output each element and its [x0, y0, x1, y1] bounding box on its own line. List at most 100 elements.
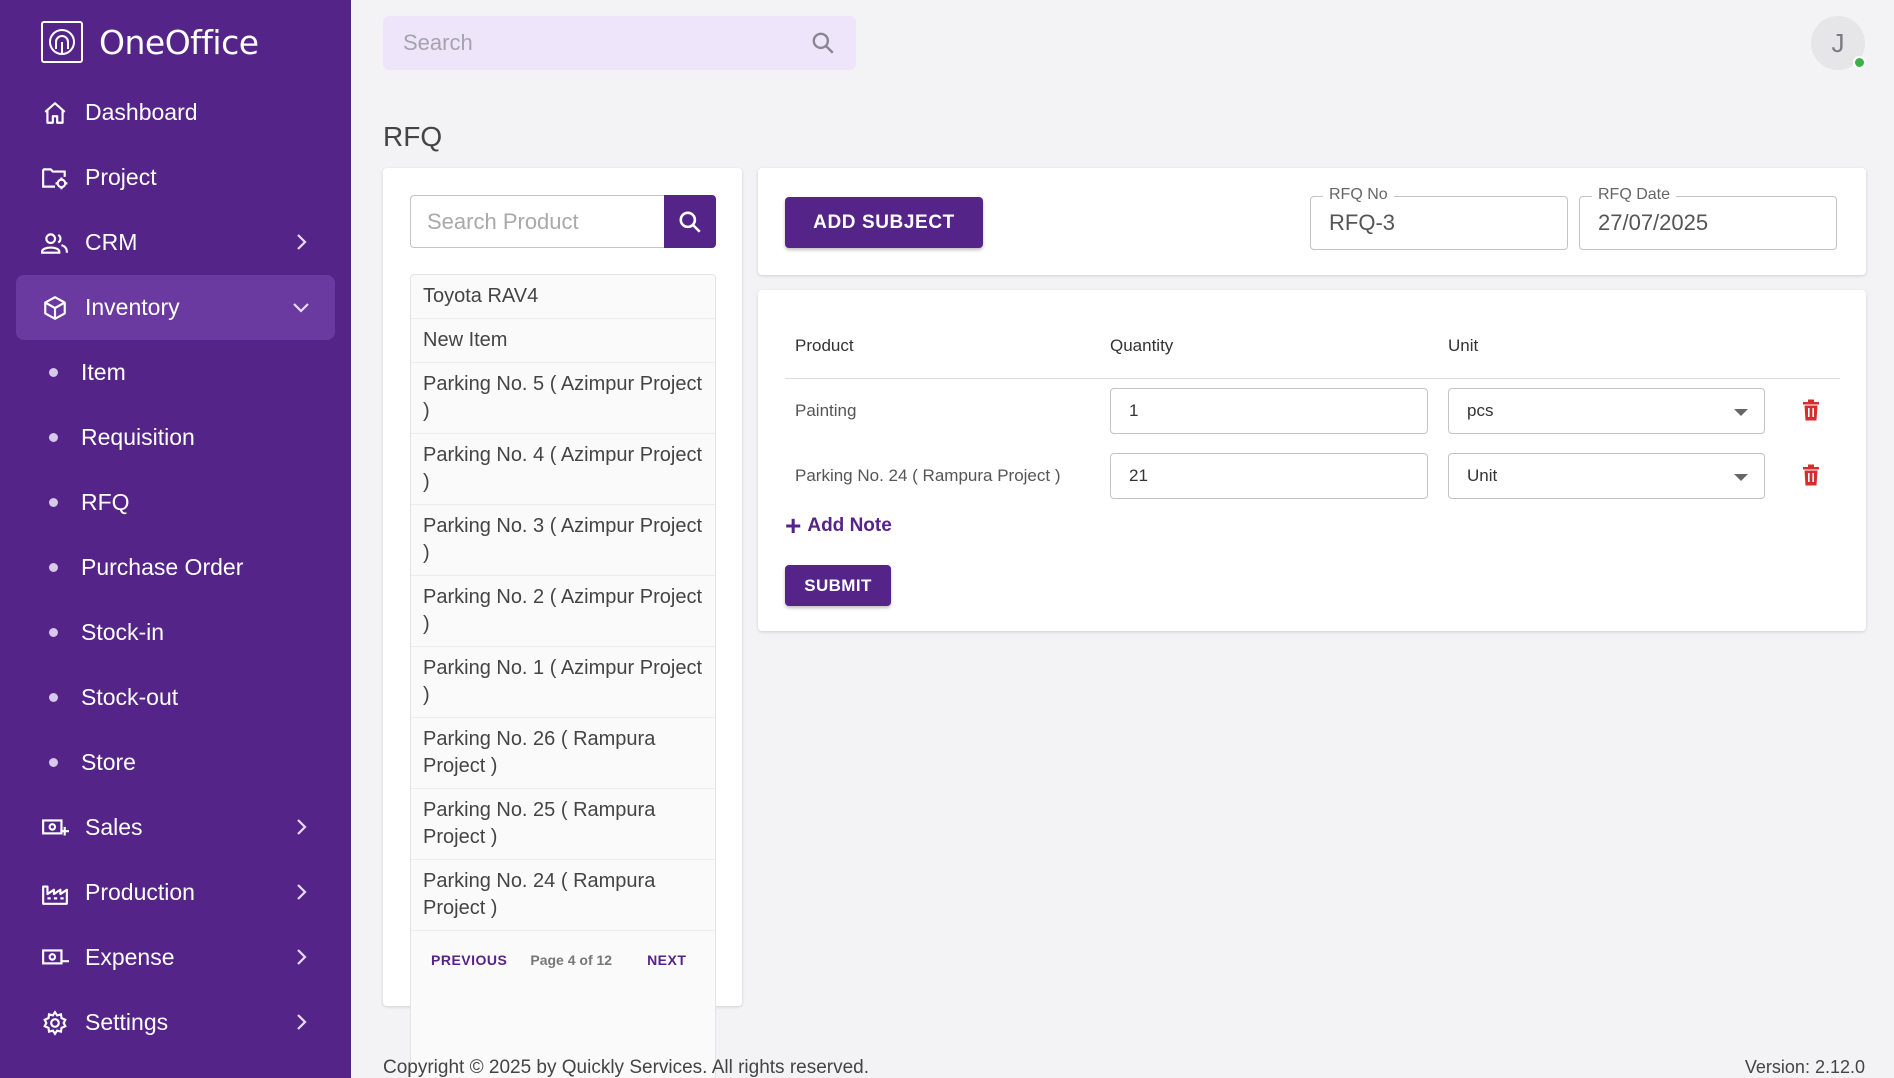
quantity-input[interactable] — [1110, 453, 1428, 499]
sidebar: OneOffice Dashboard Project CRM Inventor… — [0, 0, 351, 1078]
column-header-unit: Unit — [1448, 336, 1479, 355]
sidebar-item-settings[interactable]: Settings — [16, 990, 335, 1055]
rfq-no-input[interactable] — [1311, 197, 1567, 249]
list-item[interactable]: Parking No. 4 ( Azimpur Project ) — [411, 434, 715, 505]
list-item[interactable]: Parking No. 1 ( Azimpur Project ) — [411, 647, 715, 718]
add-note-button[interactable]: + Add Note — [785, 510, 892, 541]
pagination: PREVIOUS Page 4 of 12 NEXT — [410, 952, 716, 968]
sidebar-subitem-item[interactable]: Item — [16, 340, 335, 405]
rfq-date-label: RFQ Date — [1592, 186, 1677, 204]
folder-gear-icon — [40, 163, 70, 193]
list-item[interactable]: Parking No. 24 ( Rampura Project ) — [411, 860, 715, 931]
product-search-input[interactable] — [410, 195, 664, 248]
brand[interactable]: OneOffice — [41, 21, 259, 63]
sidebar-item-label: Settings — [85, 1009, 169, 1035]
unit-select-value: Unit — [1467, 466, 1498, 485]
sidebar-subitem-purchase-order[interactable]: Purchase Order — [16, 535, 335, 600]
delete-row-icon[interactable] — [1802, 399, 1820, 421]
sidebar-subitem-label: RFQ — [81, 489, 130, 515]
rfq-no-field: RFQ No — [1310, 186, 1568, 250]
row-product-name: Painting — [795, 401, 857, 420]
chevron-right-icon — [297, 949, 307, 965]
sidebar-subitem-stock-out[interactable]: Stock-out — [16, 665, 335, 730]
sidebar-subitem-label: Store — [81, 749, 136, 775]
brand-logo-icon — [41, 21, 83, 63]
plus-icon: + — [785, 510, 802, 541]
sidebar-item-label: Expense — [85, 944, 175, 970]
online-status-dot — [1853, 56, 1866, 69]
sidebar-subitem-requisition[interactable]: Requisition — [16, 405, 335, 470]
sidebar-item-label: Project — [85, 164, 157, 190]
chevron-right-icon — [297, 234, 307, 250]
sidebar-item-dashboard[interactable]: Dashboard — [16, 80, 335, 145]
sidebar-item-expense[interactable]: Expense — [16, 925, 335, 990]
row-product-name: Parking No. 24 ( Rampura Project ) — [795, 466, 1061, 485]
brand-name: OneOffice — [99, 22, 259, 62]
bullet-icon — [49, 368, 58, 377]
bullet-icon — [49, 498, 58, 507]
sidebar-subitem-label: Stock-out — [81, 684, 179, 710]
table-divider — [785, 378, 1840, 379]
list-item[interactable]: Parking No. 26 ( Rampura Project ) — [411, 718, 715, 789]
money-plus-icon — [40, 813, 70, 843]
chevron-right-icon — [297, 884, 307, 900]
avatar[interactable]: J — [1811, 16, 1866, 70]
sidebar-subitem-rfq[interactable]: RFQ — [16, 470, 335, 535]
column-header-product: Product — [795, 336, 854, 355]
users-icon — [40, 228, 70, 258]
sidebar-subitem-label: Requisition — [81, 424, 195, 450]
sidebar-subitem-label: Stock-in — [81, 619, 165, 645]
unit-select-value: pcs — [1467, 401, 1494, 420]
unit-select[interactable]: Unit — [1448, 453, 1765, 499]
search-icon[interactable] — [810, 30, 836, 56]
global-search — [383, 16, 856, 70]
quantity-input[interactable] — [1110, 388, 1428, 434]
money-minus-icon — [40, 943, 70, 973]
list-item[interactable]: Parking No. 2 ( Azimpur Project ) — [411, 576, 715, 647]
previous-page-button[interactable]: PREVIOUS — [431, 952, 507, 968]
box-icon — [40, 293, 70, 323]
rfq-header-card: ADD SUBJECT RFQ No RFQ Date — [758, 168, 1866, 275]
chevron-right-icon — [297, 819, 307, 835]
sidebar-item-label: Production — [85, 879, 195, 905]
list-item[interactable]: Parking No. 25 ( Rampura Project ) — [411, 789, 715, 860]
dropdown-caret-icon — [1734, 474, 1748, 481]
sidebar-subitem-stock-in[interactable]: Stock-in — [16, 600, 335, 665]
chevron-right-icon — [297, 1014, 307, 1030]
list-item[interactable]: Parking No. 5 ( Azimpur Project ) — [411, 363, 715, 434]
footer-copyright: Copyright © 2025 by Quickly Services. Al… — [383, 1057, 870, 1078]
list-item[interactable]: New Item — [411, 319, 715, 363]
rfq-items-card: Product Quantity Unit Painting pcs Parki… — [758, 290, 1866, 631]
list-item[interactable]: Parking No. 3 ( Azimpur Project ) — [411, 505, 715, 576]
delete-row-icon[interactable] — [1802, 464, 1820, 486]
product-panel: Toyota RAV4 New Item Parking No. 5 ( Azi… — [383, 168, 742, 1078]
sidebar-nav: Dashboard Project CRM Inventory Item Req… — [16, 80, 335, 1055]
bullet-icon — [49, 628, 58, 637]
home-icon — [40, 98, 70, 128]
bullet-icon — [49, 433, 58, 442]
bullet-icon — [49, 563, 58, 572]
add-subject-button[interactable]: ADD SUBJECT — [785, 197, 983, 248]
sidebar-item-label: CRM — [85, 229, 138, 255]
sidebar-item-inventory[interactable]: Inventory — [16, 275, 335, 340]
sidebar-item-label: Inventory — [85, 294, 180, 320]
rfq-date-input[interactable] — [1580, 197, 1836, 249]
submit-button[interactable]: SUBMIT — [785, 565, 891, 606]
next-page-button[interactable]: NEXT — [647, 952, 686, 968]
sidebar-item-project[interactable]: Project — [16, 145, 335, 210]
unit-select[interactable]: pcs — [1448, 388, 1765, 434]
list-item[interactable]: Toyota RAV4 — [411, 275, 715, 319]
page-indicator: Page 4 of 12 — [530, 952, 613, 968]
bullet-icon — [49, 758, 58, 767]
sidebar-subitem-label: Item — [81, 359, 126, 385]
gear-icon — [40, 1008, 70, 1038]
global-search-input[interactable] — [383, 16, 763, 70]
footer-version: Version: 2.12.0 — [1744, 1057, 1865, 1077]
bullet-icon — [49, 693, 58, 702]
sidebar-item-sales[interactable]: Sales — [16, 795, 335, 860]
sidebar-item-production[interactable]: Production — [16, 860, 335, 925]
sidebar-item-crm[interactable]: CRM — [16, 210, 335, 275]
rfq-date-field: RFQ Date — [1579, 186, 1837, 250]
product-search-button[interactable] — [664, 195, 716, 248]
sidebar-subitem-store[interactable]: Store — [16, 730, 335, 795]
